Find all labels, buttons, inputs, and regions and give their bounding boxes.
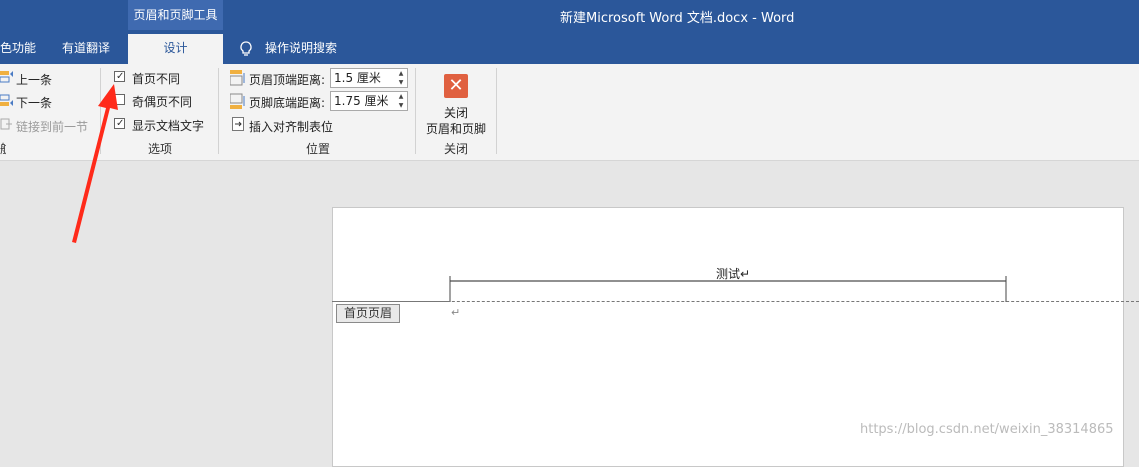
show-document-text-label[interactable]: 显示文档文字: [132, 117, 204, 134]
context-tool-title: 页眉和页脚工具: [128, 0, 223, 30]
lightbulb-icon[interactable]: [238, 40, 254, 58]
footer-bottom-distance-label: 页脚底端距离:: [249, 96, 326, 110]
footer-bottom-distance-value[interactable]: 1.75 厘米: [334, 94, 389, 108]
odd-even-different-label[interactable]: 奇偶页不同: [132, 93, 192, 110]
previous-icon: [0, 70, 14, 84]
group-divider: [218, 68, 219, 154]
header-top-distance-input[interactable]: 1.5 厘米 ▲ ▼: [330, 68, 408, 88]
tell-me-search[interactable]: 操作说明搜索: [265, 34, 355, 64]
header-top-distance-label: 页眉顶端距离:: [249, 73, 326, 87]
insert-alignment-tab-button[interactable]: 插入对齐制表位: [249, 118, 333, 135]
tab-design[interactable]: 设计: [128, 34, 223, 64]
group-label-position: 位置: [305, 142, 330, 156]
red-annotation-arrow: [72, 84, 118, 243]
paragraph-mark[interactable]: ↵: [451, 306, 460, 319]
spin-arrows-icon[interactable]: ▲ ▼: [395, 69, 407, 87]
group-label-navigation: 航: [0, 140, 6, 157]
footer-bottom-distance-input[interactable]: 1.75 厘米 ▲ ▼: [330, 91, 408, 111]
header-boundary-dashed-line: [332, 301, 1139, 302]
watermark-url: https://blog.csdn.net/weixin_38314865: [860, 422, 1114, 437]
document-title: 新建Microsoft Word 文档.docx - Word: [560, 11, 795, 26]
header-text[interactable]: 测试↵: [716, 265, 750, 282]
next-button[interactable]: 下一条: [16, 94, 52, 111]
group-divider: [415, 68, 416, 154]
title-bar: 页眉和页脚工具 新建Microsoft Word 文档.docx - Word: [0, 0, 1139, 34]
close-header-footer-line1[interactable]: 关闭: [424, 104, 488, 121]
header-top-distance-value[interactable]: 1.5 厘米: [334, 71, 381, 85]
link-icon: [0, 117, 14, 131]
tab-youdao-translate[interactable]: 有道翻译: [62, 34, 122, 64]
next-icon: [0, 94, 14, 108]
close-header-footer-icon[interactable]: ✕: [444, 74, 468, 98]
group-divider: [496, 68, 497, 154]
previous-button[interactable]: 上一条: [16, 71, 52, 88]
first-page-different-label[interactable]: 首页不同: [132, 70, 180, 87]
first-page-header-tag: 首页页眉: [336, 304, 400, 323]
insert-alignment-tab-icon: [232, 117, 245, 131]
close-header-footer-line2[interactable]: 页眉和页脚: [424, 120, 488, 137]
footer-bottom-distance-icon: [229, 93, 246, 109]
spin-arrows-icon[interactable]: ▲ ▼: [395, 92, 407, 110]
group-label-close: 关闭: [443, 142, 468, 156]
group-label-options: 选项: [147, 142, 172, 156]
tab-color-function[interactable]: 色功能: [0, 34, 40, 64]
header-top-distance-icon: [229, 70, 246, 86]
